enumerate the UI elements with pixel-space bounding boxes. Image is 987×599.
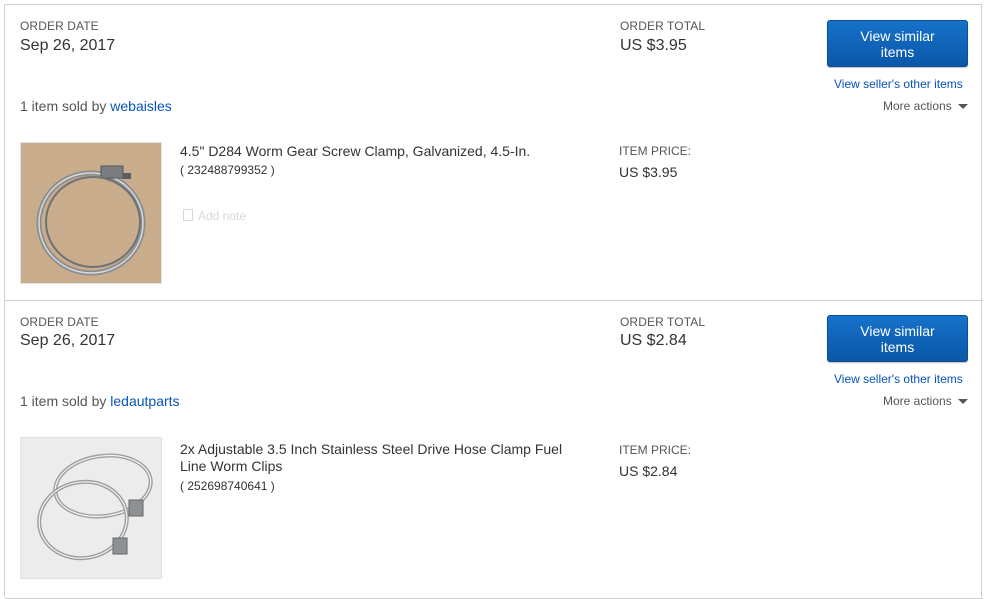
more-actions-label: More actions [883, 394, 952, 408]
item-thumbnail[interactable] [20, 142, 162, 284]
more-actions-dropdown[interactable]: More actions [883, 99, 968, 113]
order-card: ORDER DATE Sep 26, 2017 ORDER TOTAL US $… [5, 301, 983, 599]
note-icon [183, 209, 193, 221]
order-date-label: ORDER DATE [20, 19, 99, 33]
view-similar-items-button[interactable]: View similar items [827, 20, 968, 67]
item-price-label: ITEM PRICE: [619, 443, 692, 457]
item-number: ( 252698740641 ) [180, 479, 275, 493]
item-price: US $2.84 [619, 463, 678, 479]
add-note-label: Add note [198, 209, 247, 223]
item-number: ( 232488799352 ) [180, 163, 275, 177]
hose-clamp-image [21, 438, 161, 578]
item-price: US $3.95 [619, 164, 678, 180]
order-date-label: ORDER DATE [20, 315, 99, 329]
sold-by-line: 1 item sold by ledautparts [20, 393, 180, 409]
item-thumbnail[interactable] [20, 437, 162, 579]
seller-link[interactable]: ledautparts [110, 393, 179, 409]
caret-down-icon [957, 399, 968, 405]
hose-clamp-image [21, 143, 161, 283]
view-seller-other-items-link[interactable]: View seller's other items [834, 372, 963, 386]
order-date: Sep 26, 2017 [20, 332, 116, 349]
item-price-label: ITEM PRICE: [619, 144, 692, 158]
sold-by-prefix: 1 item sold by [20, 393, 107, 409]
view-similar-items-button[interactable]: View similar items [827, 315, 968, 362]
item-title-link[interactable]: 2x Adjustable 3.5 Inch Stainless Steel D… [180, 441, 590, 475]
add-note-link[interactable]: Add note [183, 209, 246, 223]
orders-list: ORDER DATE Sep 26, 2017 ORDER TOTAL US $… [4, 4, 983, 599]
caret-down-icon [957, 104, 968, 110]
view-seller-other-items-link[interactable]: View seller's other items [834, 77, 963, 91]
order-total: US $2.84 [620, 332, 687, 349]
order-total-label: ORDER TOTAL [620, 19, 706, 33]
order-total: US $3.95 [620, 37, 687, 54]
order-date: Sep 26, 2017 [20, 37, 116, 54]
order-total-label: ORDER TOTAL [620, 315, 706, 329]
more-actions-label: More actions [883, 99, 952, 113]
sold-by-line: 1 item sold by webaisles [20, 98, 172, 114]
sold-by-prefix: 1 item sold by [20, 98, 107, 114]
order-card: ORDER DATE Sep 26, 2017 ORDER TOTAL US $… [5, 5, 983, 301]
seller-link[interactable]: webaisles [110, 98, 171, 114]
more-actions-dropdown[interactable]: More actions [883, 394, 968, 408]
item-title-link[interactable]: 4.5" D284 Worm Gear Screw Clamp, Galvani… [180, 143, 590, 160]
